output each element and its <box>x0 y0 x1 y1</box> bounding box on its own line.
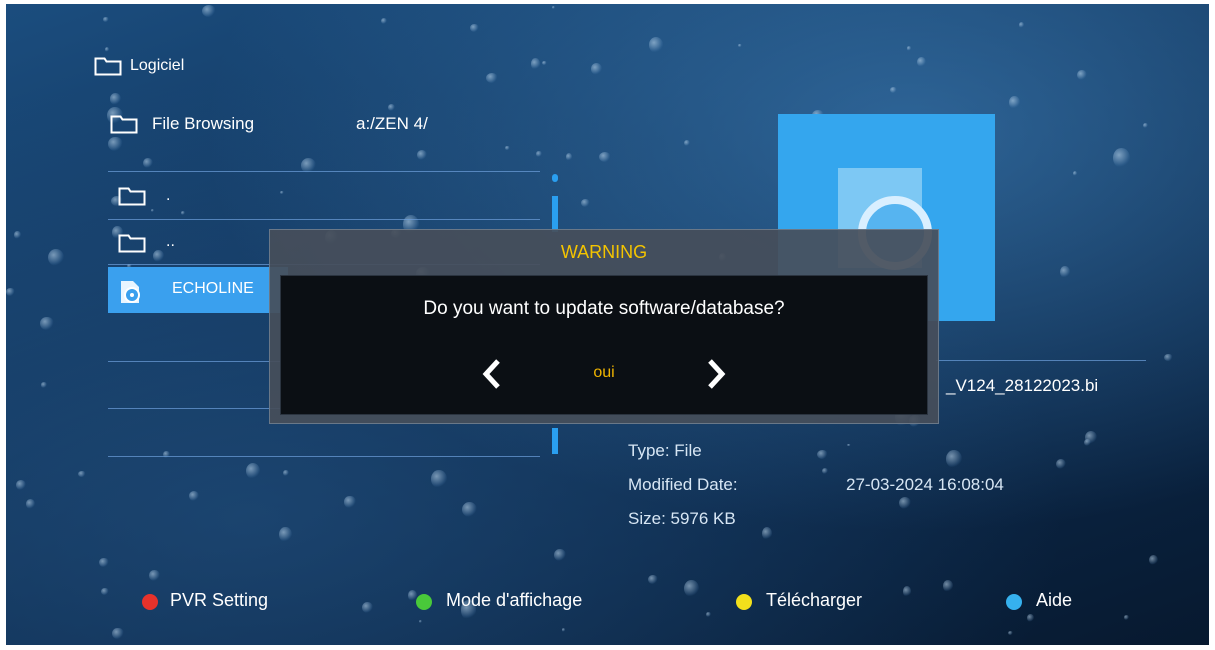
legend-label: Aide <box>1036 590 1073 610</box>
list-divider <box>108 219 540 220</box>
disc-file-icon <box>118 279 144 305</box>
file-name: _V124_28122023.bi <box>946 376 1099 395</box>
modified-date-value: 27-03-2024 16:08:04 <box>846 475 1004 494</box>
list-item[interactable]: . <box>108 173 540 217</box>
info-divider <box>936 360 1146 361</box>
tv-screen: Logiciel File Browsing a:/ZEN 4/ . .. EC… <box>6 4 1209 645</box>
red-button-icon <box>142 594 158 610</box>
file-size: Size: 5976 KB <box>628 509 736 528</box>
yellow-button-icon <box>736 594 752 610</box>
list-item-label: ECHOLINE <box>172 280 254 297</box>
dialog-title: WARNING <box>560 242 648 262</box>
breadcrumb-section: File Browsing <box>152 114 255 133</box>
legend-label: Mode d'affichage <box>446 590 583 610</box>
file-type: Type: File <box>628 441 702 460</box>
modified-date-label: Modified Date: <box>628 475 738 494</box>
folder-icon <box>118 186 146 206</box>
folder-icon <box>94 56 122 76</box>
scrollbar-thumb[interactable] <box>552 196 558 232</box>
list-item-selected[interactable]: ECHOLINE <box>108 267 288 313</box>
dialog-body: Do you want to update software/database?… <box>280 275 928 415</box>
list-divider <box>108 171 540 172</box>
folder-icon <box>118 233 146 253</box>
legend-label: Télécharger <box>766 590 863 610</box>
list-item-label: .. <box>166 233 175 250</box>
green-button-icon <box>416 594 432 610</box>
dialog-message: Do you want to update software/database? <box>423 298 785 319</box>
current-path: a:/ZEN 4/ <box>356 114 428 133</box>
dialog-option-value[interactable]: oui <box>281 364 927 382</box>
legend-label: PVR Setting <box>170 590 269 610</box>
warning-dialog: WARNING Do you want to update software/d… <box>269 229 939 424</box>
folder-icon <box>110 114 138 134</box>
breadcrumb-root: Logiciel <box>130 57 185 74</box>
blue-button-icon <box>1006 594 1022 610</box>
chevron-right-icon[interactable] <box>705 358 727 390</box>
list-divider <box>108 456 540 457</box>
list-item-label: . <box>166 187 171 204</box>
